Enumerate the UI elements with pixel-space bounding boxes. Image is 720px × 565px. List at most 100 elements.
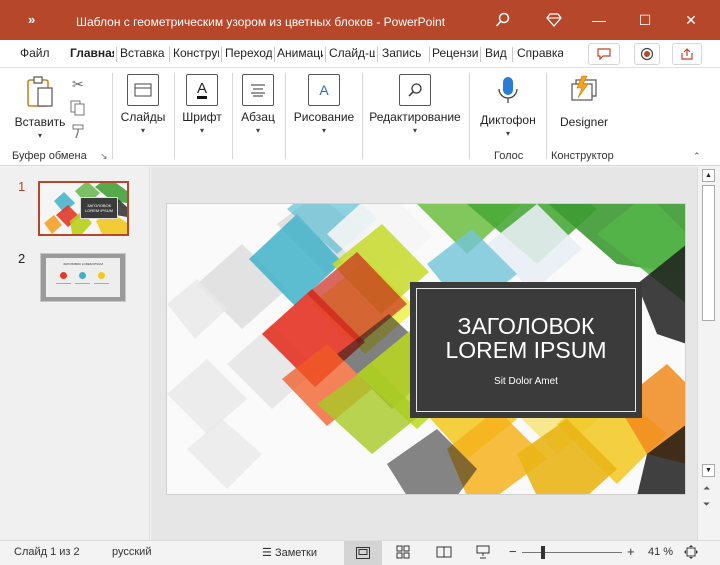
quick-access-chevron-icon[interactable]: » [28, 12, 35, 27]
collapse-ribbon-icon[interactable]: ⌃ [693, 151, 701, 162]
diamond-icon[interactable] [543, 9, 565, 31]
tab-file[interactable]: Файл [20, 46, 54, 60]
chevron-down-icon: ▾ [255, 126, 260, 135]
tab-transitions[interactable]: Переходы [225, 46, 272, 60]
group-label-designer: Конструктор [551, 150, 614, 162]
cut-icon[interactable]: ✂ [72, 76, 84, 93]
tab-record[interactable]: Запись [382, 46, 427, 60]
tab-divider [377, 47, 378, 62]
dictate-label: Диктофон [480, 113, 536, 127]
vertical-scrollbar[interactable]: ▲ ▼ ⏶ ⏷ [697, 167, 720, 540]
tab-animations[interactable]: Анимация [277, 46, 323, 60]
zoom-slider-track[interactable] [522, 552, 622, 553]
thumbnail-dot [60, 272, 67, 279]
microphone-icon [498, 77, 518, 103]
slide-number: 2 [18, 251, 26, 266]
slide-thumbnail-1[interactable]: ЗАГОЛОВОК LOREM IPSUM [38, 181, 129, 236]
fit-to-window-icon[interactable] [684, 545, 698, 562]
slide-thumbnails-pane: 1 ЗАГОЛОВОК LOREM IPSUM 2 ЗАГОЛОВОК LORE… [0, 167, 150, 540]
paste-label: Вставить [14, 115, 66, 129]
tab-divider [169, 47, 170, 62]
tab-divider [116, 47, 117, 62]
editing-label: Редактирование [369, 110, 461, 124]
tab-review[interactable]: Рецензирование [432, 46, 478, 60]
tab-divider [274, 47, 275, 62]
title-placeholder[interactable]: ЗАГОЛОВОК LOREM IPSUM Sit Dolor Amet [410, 282, 642, 418]
tab-help[interactable]: Справка [517, 46, 563, 60]
tab-slideshow[interactable]: Слайд-шоу [329, 46, 375, 60]
zoom-percentage[interactable]: 41 % [648, 546, 673, 558]
group-divider [546, 73, 547, 159]
copy-icon[interactable] [70, 100, 88, 119]
normal-view-icon [356, 547, 370, 559]
slide-counter: Слайд 1 из 2 [14, 546, 80, 558]
scroll-up-arrow-icon[interactable]: ▲ [702, 169, 715, 182]
notes-icon: ☰ [262, 547, 272, 559]
editing-button[interactable]: Редактирование ▾ [366, 74, 464, 135]
scroll-thumb[interactable] [702, 185, 715, 321]
dialog-launcher-icon[interactable]: ↘ [100, 151, 108, 162]
slide-sorter-icon[interactable] [396, 545, 410, 562]
thumbnail-dot [79, 272, 86, 279]
previous-slide-icon[interactable]: ⏶ [703, 483, 710, 494]
designer-button[interactable]: Designer [554, 74, 614, 129]
tab-divider [429, 47, 430, 62]
next-slide-icon[interactable]: ⏷ [703, 499, 710, 510]
group-divider [232, 73, 233, 159]
comments-icon[interactable] [588, 43, 620, 65]
notes-button[interactable]: ☰ Заметки [262, 546, 317, 559]
drawing-button[interactable]: A Рисование ▾ [290, 74, 358, 135]
language-indicator[interactable]: русский [112, 546, 151, 558]
thumbnail-title-box: ЗАГОЛОВОК LOREM IPSUM [80, 197, 118, 219]
window-title: Шаблон с геометрическим узором из цветны… [76, 15, 446, 29]
slideshow-icon[interactable] [476, 545, 490, 562]
designer-icon [571, 75, 597, 101]
clipboard-icon [27, 76, 53, 107]
group-label-clipboard: Буфер обмена [12, 150, 87, 162]
drawing-label: Рисование [293, 110, 355, 124]
shapes-icon: A [308, 74, 340, 106]
chevron-down-icon: ▾ [505, 129, 510, 138]
close-button[interactable]: ✕ [680, 9, 702, 31]
slide-title-line1: ЗАГОЛОВОК [457, 313, 595, 339]
font-button[interactable]: A Шрифт ▾ [178, 74, 226, 135]
thumbnail-text-line [75, 283, 90, 284]
reading-view-icon[interactable] [436, 546, 452, 561]
zoom-out-button[interactable]: − [509, 544, 517, 559]
chevron-down-icon: ▾ [321, 126, 326, 135]
title-bar: » Шаблон с геометрическим узором из цвет… [0, 0, 720, 40]
find-icon [399, 74, 431, 106]
slide-thumbnail-2[interactable]: ЗАГОЛОВОК LOREM IPSUM [40, 253, 126, 302]
format-painter-icon[interactable] [70, 123, 86, 142]
record-icon[interactable] [634, 43, 660, 65]
zoom-slider-thumb[interactable] [540, 546, 545, 559]
tab-insert[interactable]: Вставка [120, 46, 167, 60]
font-icon: A [186, 74, 218, 106]
maximize-button[interactable]: ☐ [634, 9, 656, 31]
thumbnail-panel: ЗАГОЛОВОК LOREM IPSUM [46, 258, 120, 297]
tab-view[interactable]: Вид [485, 46, 509, 60]
thumbnail-text-line [56, 283, 71, 284]
paragraph-label: Абзац [241, 110, 275, 124]
ribbon-tabs: Файл Главная Вставка Конструктор Переход… [0, 40, 720, 68]
current-slide[interactable]: ЗАГОЛОВОК LOREM IPSUM Sit Dolor Amet [166, 203, 686, 495]
tab-divider [325, 47, 326, 62]
tab-home[interactable]: Главная [70, 46, 114, 60]
paste-button[interactable]: Вставить ▾ [12, 74, 68, 140]
ribbon: Вставить ▾ ✂ Буфер обмена ↘ Слайды ▾ A Ш… [0, 68, 720, 166]
tab-divider [480, 47, 481, 62]
slide-number: 1 [18, 179, 26, 194]
group-divider [469, 73, 470, 159]
slides-button[interactable]: Слайды ▾ [117, 74, 169, 135]
zoom-in-button[interactable]: + [627, 544, 635, 559]
scroll-down-arrow-icon[interactable]: ▼ [702, 464, 715, 477]
tab-design[interactable]: Конструктор [173, 46, 219, 60]
normal-view-button[interactable] [344, 541, 382, 565]
search-icon[interactable] [492, 9, 514, 31]
dictate-button[interactable]: Диктофон ▾ [474, 74, 542, 138]
slide-title-line2: LOREM IPSUM [445, 337, 607, 363]
minimize-button[interactable]: — [588, 9, 610, 31]
title-frame: ЗАГОЛОВОК LOREM IPSUM Sit Dolor Amet [416, 288, 636, 412]
share-icon[interactable] [672, 43, 702, 65]
paragraph-button[interactable]: Абзац ▾ [235, 74, 281, 135]
